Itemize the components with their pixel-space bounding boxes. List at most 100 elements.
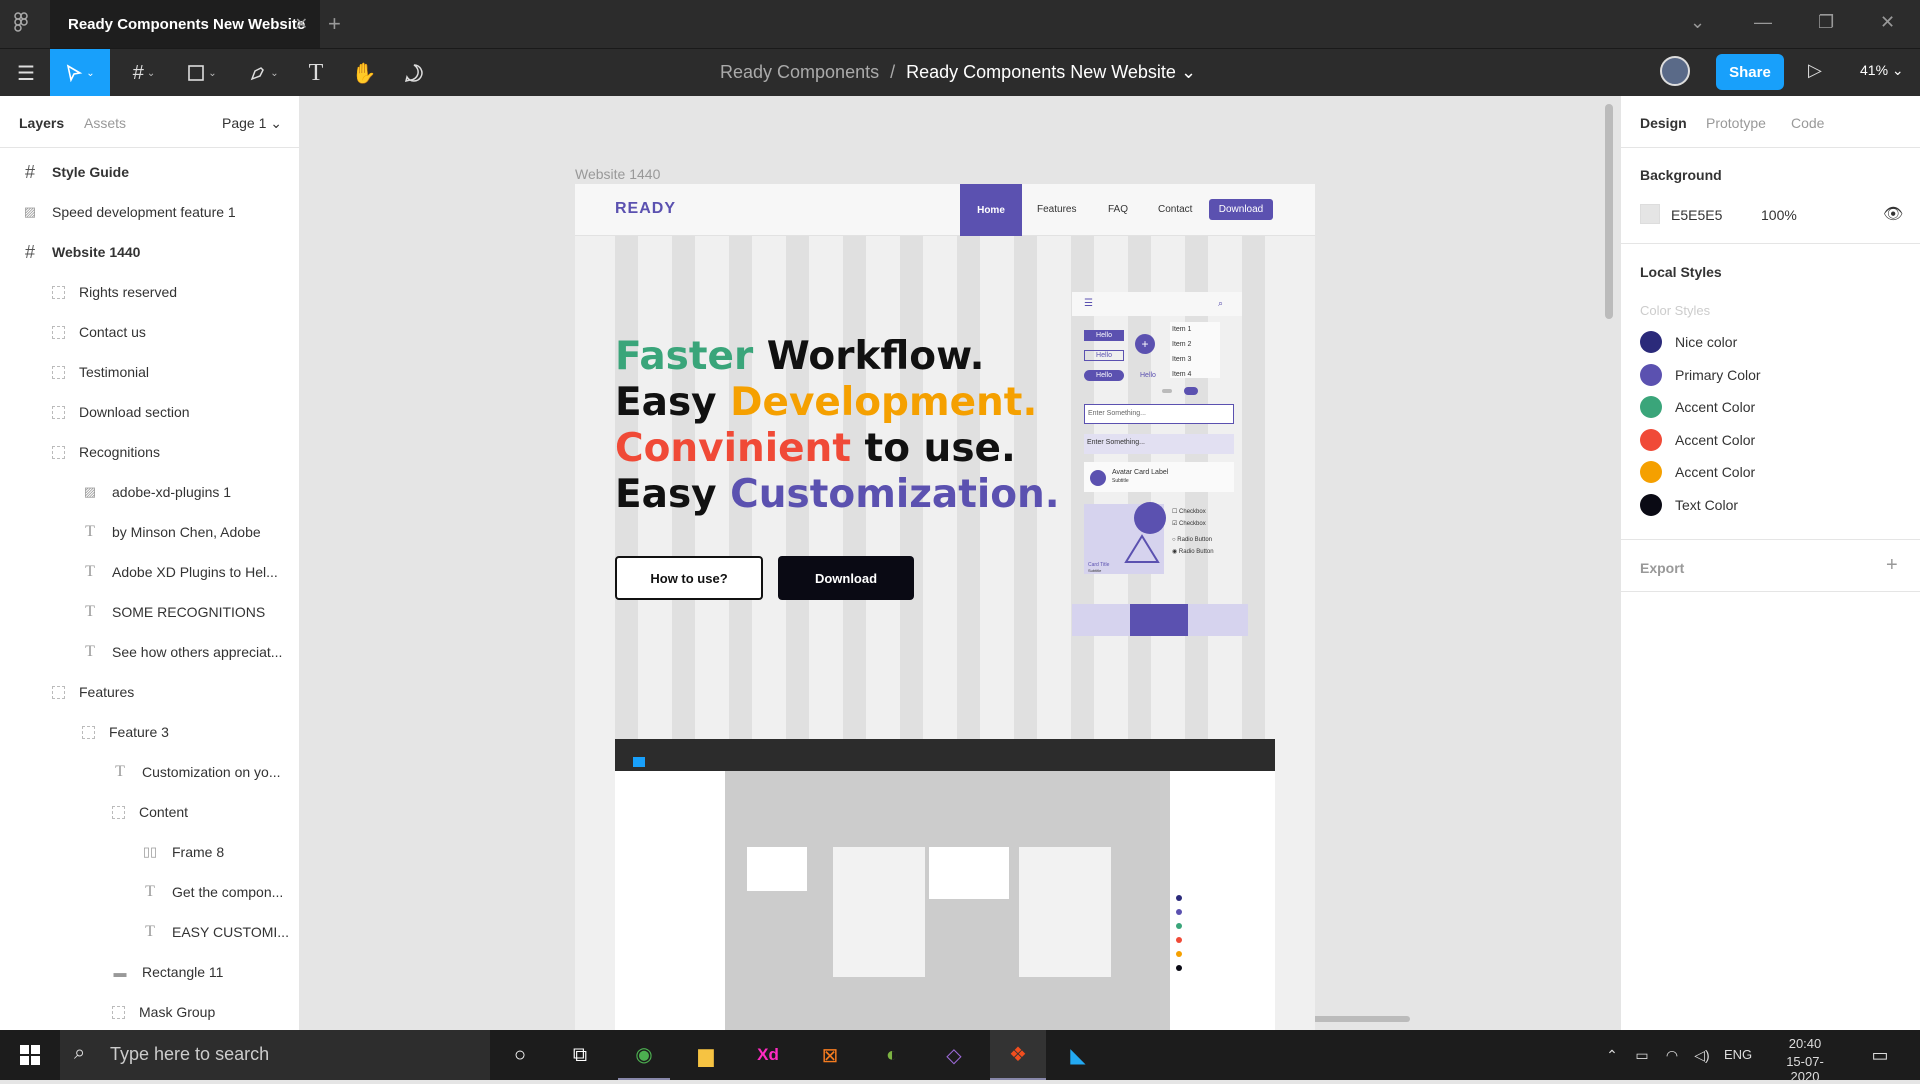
layer-row[interactable]: Rights reserved bbox=[0, 272, 300, 312]
layer-row[interactable]: Feature 3 bbox=[0, 712, 300, 752]
layer-row[interactable]: ▯▯ Frame 8 bbox=[0, 832, 300, 872]
layer-row[interactable]: Content bbox=[0, 792, 300, 832]
layer-row[interactable]: Recognitions bbox=[0, 432, 300, 472]
download-button[interactable]: Download bbox=[778, 556, 914, 600]
present-icon[interactable]: ▷ bbox=[1808, 60, 1822, 81]
site-nav-home[interactable]: Home bbox=[960, 184, 1022, 236]
new-tab-icon[interactable]: + bbox=[328, 11, 341, 37]
chevron-up-icon[interactable]: ⌃ bbox=[1600, 1030, 1624, 1080]
color-style-item[interactable]: Accent Color bbox=[1640, 428, 1755, 452]
figma-app-icon[interactable]: ❖ bbox=[990, 1030, 1046, 1080]
background-swatch[interactable] bbox=[1640, 204, 1660, 224]
chrome-icon[interactable]: ◉ bbox=[618, 1030, 670, 1080]
breadcrumb-file[interactable]: Ready Components New Website ⌄ bbox=[906, 62, 1196, 82]
group-icon bbox=[52, 685, 65, 699]
layer-row[interactable]: T Customization on yo... bbox=[0, 752, 300, 792]
hand-tool-icon[interactable]: ✋ bbox=[346, 49, 382, 97]
layer-row[interactable]: T EASY CUSTOMI... bbox=[0, 912, 300, 952]
color-style-item[interactable]: Accent Color bbox=[1640, 395, 1755, 419]
site-nav-features[interactable]: Features bbox=[1037, 204, 1076, 215]
layer-row[interactable]: Features bbox=[0, 672, 300, 712]
site-nav-contact[interactable]: Contact bbox=[1158, 204, 1192, 215]
frame-label[interactable]: Website 1440 bbox=[575, 166, 660, 182]
color-style-item[interactable]: Primary Color bbox=[1640, 363, 1761, 387]
tab-prototype[interactable]: Prototype bbox=[1706, 115, 1766, 131]
tab-code[interactable]: Code bbox=[1791, 115, 1824, 131]
color-style-item[interactable]: Text Color bbox=[1640, 493, 1738, 517]
windows-start-icon[interactable] bbox=[0, 1030, 60, 1080]
layers-panel: Layers Assets Page 1 ⌄ # Style Guide ▨ Spee… bbox=[0, 96, 300, 1030]
mock-search-icon: ⌕ bbox=[1218, 298, 1224, 308]
layer-row[interactable]: T See how others appreciat... bbox=[0, 632, 300, 672]
layer-row[interactable]: ▨ adobe-xd-plugins 1 bbox=[0, 472, 300, 512]
hero-word: Development. bbox=[730, 380, 1038, 425]
site-nav-faq[interactable]: FAQ bbox=[1108, 204, 1128, 215]
breadcrumb-project[interactable]: Ready Components bbox=[720, 62, 879, 82]
group-icon bbox=[112, 1005, 125, 1019]
volume-icon[interactable]: ◁) bbox=[1690, 1030, 1714, 1080]
tab-design[interactable]: Design bbox=[1640, 115, 1687, 131]
text-tool-icon[interactable]: T bbox=[298, 49, 334, 97]
adobe-xd-icon[interactable]: Xd bbox=[742, 1030, 794, 1080]
visual-studio-icon[interactable]: ◇ bbox=[928, 1030, 980, 1080]
close-window-icon[interactable]: ✕ bbox=[1880, 12, 1895, 33]
layer-row[interactable]: ▨ Speed development feature 1 bbox=[0, 192, 300, 232]
layer-row[interactable]: T Get the compon... bbox=[0, 872, 300, 912]
tab-layers[interactable]: Layers bbox=[19, 115, 64, 131]
comment-tool-icon[interactable] bbox=[396, 49, 432, 97]
share-button[interactable]: Share bbox=[1716, 54, 1784, 90]
move-tool-icon[interactable]: ⌄ bbox=[50, 49, 110, 97]
layer-row[interactable]: Contact us bbox=[0, 312, 300, 352]
zoom-dropdown[interactable]: 41% ⌄ bbox=[1860, 62, 1904, 79]
color-style-item[interactable]: Accent Color bbox=[1640, 460, 1755, 484]
website-1440-frame[interactable]: READY Home Features FAQ Contact Download… bbox=[575, 184, 1315, 1030]
vertical-scrollbar[interactable] bbox=[1605, 104, 1613, 319]
avatar[interactable] bbox=[1660, 56, 1690, 86]
layer-row[interactable]: Testimonial bbox=[0, 352, 300, 392]
figma-menu-icon[interactable] bbox=[14, 12, 36, 36]
background-hex[interactable]: E5E5E5 bbox=[1671, 207, 1722, 223]
page-selector[interactable]: Page 1 ⌄ bbox=[222, 115, 282, 132]
file-tab[interactable]: Ready Components New Website ✕ bbox=[50, 0, 320, 48]
text-layer-icon: T bbox=[85, 523, 95, 540]
eye-icon[interactable]: 👁 bbox=[1883, 204, 1903, 224]
wifi-icon[interactable]: ◠ bbox=[1660, 1030, 1684, 1080]
chameleon-icon[interactable]: ◐ bbox=[866, 1030, 918, 1080]
notifications-icon[interactable]: ▭ bbox=[1860, 1030, 1900, 1080]
close-tab-icon[interactable]: ✕ bbox=[295, 14, 308, 34]
layer-row[interactable]: # Website 1440 bbox=[0, 232, 300, 272]
task-view-icon[interactable]: ⧉ bbox=[556, 1030, 604, 1080]
layer-row[interactable]: ▬ Rectangle 11 bbox=[0, 952, 300, 992]
frame-tool-icon[interactable]: # ⌄ bbox=[118, 49, 170, 97]
site-nav-download[interactable]: Download bbox=[1209, 199, 1273, 220]
battery-icon[interactable]: ▭ bbox=[1630, 1030, 1654, 1080]
clock[interactable]: 20:40 15-07-2020 bbox=[1775, 1036, 1835, 1084]
taskbar-search[interactable]: ⌕ Type here to search bbox=[60, 1030, 490, 1080]
hamburger-menu-icon[interactable]: ☰ bbox=[8, 49, 44, 97]
xampp-icon[interactable]: ⊠ bbox=[804, 1030, 856, 1080]
background-opacity[interactable]: 100% bbox=[1761, 207, 1797, 223]
shape-tool-icon[interactable]: ⌄ bbox=[176, 49, 228, 97]
tab-assets[interactable]: Assets bbox=[84, 115, 126, 131]
layer-label: Website 1440 bbox=[52, 244, 141, 260]
layer-row[interactable]: Mask Group bbox=[0, 992, 300, 1032]
how-to-use-button[interactable]: How to use? bbox=[615, 556, 763, 600]
rectangle-icon: ▬ bbox=[113, 964, 127, 980]
minimize-icon[interactable]: — bbox=[1754, 12, 1772, 33]
layer-row[interactable]: Download section bbox=[0, 392, 300, 432]
language-indicator[interactable]: ENG bbox=[1724, 1047, 1752, 1062]
file-explorer-icon[interactable]: ▆ bbox=[680, 1030, 732, 1080]
layer-row[interactable]: T SOME RECOGNITIONS bbox=[0, 592, 300, 632]
chevron-down-icon[interactable]: ⌄ bbox=[1690, 12, 1705, 33]
restore-icon[interactable]: ❐ bbox=[1818, 12, 1834, 33]
layer-row[interactable]: Tby Minson Chen, Adobe bbox=[0, 512, 300, 552]
layer-row[interactable]: # Style Guide bbox=[0, 152, 300, 192]
layer-label: Get the compon... bbox=[172, 884, 284, 900]
color-style-item[interactable]: Nice color bbox=[1640, 330, 1737, 354]
toolbar: ☰ ⌄ # ⌄ ⌄ ⌄ T ✋ Ready Components / Ready … bbox=[0, 48, 1920, 97]
vscode-icon[interactable]: ◣ bbox=[1052, 1030, 1104, 1080]
cortana-icon[interactable]: ○ bbox=[496, 1030, 544, 1080]
pen-tool-icon[interactable]: ⌄ bbox=[238, 49, 290, 97]
add-export-icon[interactable]: + bbox=[1886, 554, 1898, 577]
layer-row[interactable]: T Adobe XD Plugins to Hel... bbox=[0, 552, 300, 592]
